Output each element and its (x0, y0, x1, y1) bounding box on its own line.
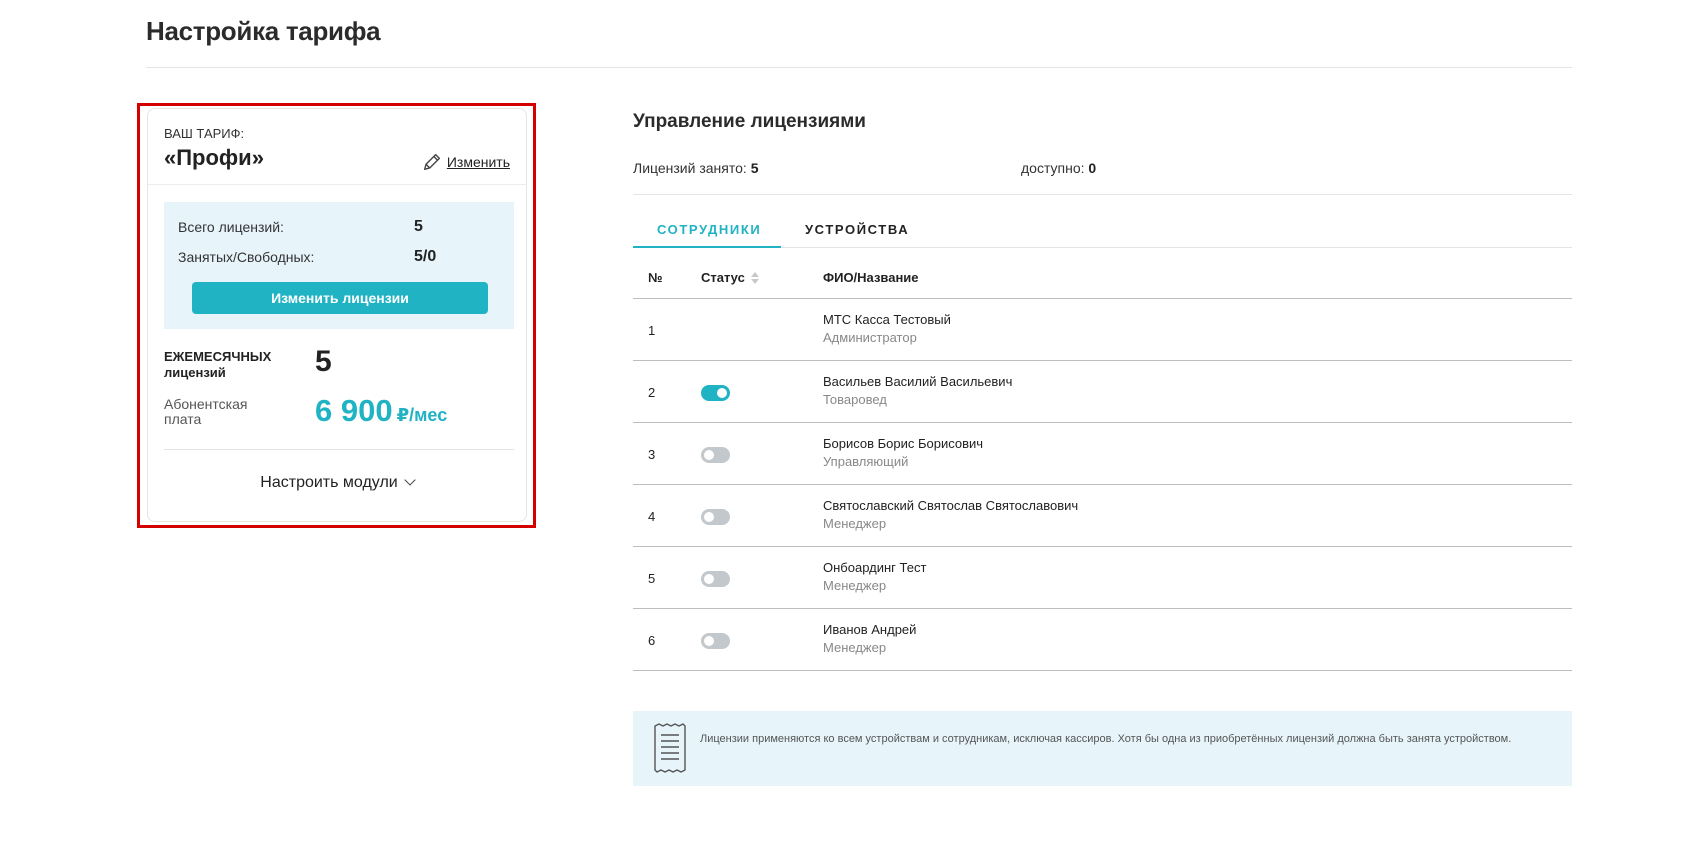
table-row: 4 Святославский Святослав Святославович … (633, 485, 1572, 547)
row-role: Администратор (823, 330, 917, 345)
row-name: Васильев Василий Васильевич (823, 374, 1013, 389)
license-toggle[interactable] (701, 447, 730, 463)
page-title: Настройка тарифа (146, 16, 381, 46)
fee-unit: ₽/мес (396, 405, 448, 425)
license-toggle[interactable] (701, 385, 730, 401)
row-num: 2 (648, 385, 656, 400)
table-row: 5 Онбоардинг Тест Менеджер (633, 547, 1572, 609)
occupied-free-label: Занятых/Свободных: (178, 249, 315, 265)
change-licenses-button[interactable]: Изменить лицензии (192, 282, 488, 314)
column-header-status-label: Статус (701, 270, 745, 285)
licenses-section-title: Управление лицензиями (633, 111, 866, 132)
card-divider-bottom (164, 449, 514, 450)
monthly-licenses-label: ЕЖЕМЕСЯЧНЫХ лицензий (164, 349, 294, 381)
monthly-licenses-value: 5 (315, 345, 332, 378)
column-header-status[interactable]: Статус (701, 270, 759, 285)
row-num: 1 (648, 323, 656, 338)
table-row: 2 Васильев Василий Васильевич Товаровед (633, 361, 1572, 423)
available-value: 0 (1088, 160, 1097, 176)
employees-table: № Статус ФИО/Название 1 МТС Касса Тестов… (633, 250, 1572, 671)
card-divider (148, 184, 526, 185)
available-label: доступно: (1021, 160, 1085, 176)
fee-label: Абонентская плата (164, 396, 248, 427)
row-role: Управляющий (823, 454, 909, 469)
table-row: 6 Иванов Андрей Менеджер (633, 609, 1572, 671)
table-row: 3 Борисов Борис Борисович Управляющий (633, 423, 1572, 485)
title-divider (146, 67, 1572, 68)
row-name: Иванов Андрей (823, 622, 917, 637)
chevron-down-icon (404, 474, 416, 486)
licenses-available: доступно: 0 (1021, 160, 1096, 176)
tariff-name: «Профи» (164, 145, 264, 170)
tab-employees[interactable]: СОТРУДНИКИ (657, 222, 761, 237)
row-role: Менеджер (823, 578, 887, 593)
occupied-free-value: 5/0 (414, 248, 437, 265)
license-toggle[interactable] (701, 633, 730, 649)
license-summary: Всего лицензий: 5 Занятых/Свободных: 5/0… (164, 202, 514, 329)
column-header-num: № (648, 270, 663, 285)
fee-amount-value: 6 900 (315, 393, 393, 428)
licenses-occupied: Лицензий занято: 5 (633, 160, 758, 176)
row-role: Товаровед (823, 392, 887, 407)
row-role: Менеджер (823, 640, 887, 655)
column-header-name: ФИО/Название (823, 270, 919, 285)
monthly-label-bottom: лицензий (164, 365, 226, 380)
sort-icon (750, 271, 759, 284)
active-tab-indicator (633, 246, 781, 248)
table-row: 1 МТС Касса Тестовый Администратор (633, 299, 1572, 361)
license-info-note: Лицензии применяются ко всем устройствам… (633, 711, 1572, 786)
row-role: Менеджер (823, 516, 887, 531)
configure-modules-toggle[interactable]: Настроить модули (148, 474, 526, 492)
pencil-icon (423, 153, 440, 171)
edit-tariff-label: Изменить (446, 154, 510, 170)
row-name: Онбоардинг Тест (823, 560, 927, 575)
fee-amount: 6 900 ₽/мес (315, 393, 447, 429)
configure-modules-label: Настроить модули (260, 474, 398, 491)
receipt-icon (654, 723, 686, 773)
license-info-text: Лицензии применяются ко всем устройствам… (700, 733, 1512, 745)
occupied-label: Лицензий занято: (633, 160, 747, 176)
monthly-label-top: ЕЖЕМЕСЯЧНЫХ (164, 349, 272, 364)
total-licenses-label: Всего лицензий: (178, 219, 284, 235)
occupied-value: 5 (750, 160, 759, 176)
license-tabs: СОТРУДНИКИ УСТРОЙСТВА (633, 212, 1572, 248)
license-toggle[interactable] (701, 571, 730, 587)
row-num: 4 (648, 509, 656, 524)
row-name: Борисов Борис Борисович (823, 436, 984, 451)
row-num: 5 (648, 571, 656, 586)
row-name: Святославский Святослав Святославович (823, 498, 1079, 513)
tab-devices[interactable]: УСТРОЙСТВА (805, 222, 909, 237)
row-num: 6 (648, 633, 656, 648)
tariff-card: ВАШ ТАРИФ: «Профи» Изменить Всего лиценз… (147, 108, 527, 522)
edit-tariff-link[interactable]: Изменить (421, 151, 510, 173)
tariff-label: ВАШ ТАРИФ: (164, 126, 245, 141)
row-name: МТС Касса Тестовый (823, 312, 951, 327)
section-divider (633, 194, 1572, 195)
total-licenses-value: 5 (414, 218, 423, 235)
table-header: № Статус ФИО/Название (633, 250, 1572, 299)
license-toggle[interactable] (701, 509, 730, 525)
row-num: 3 (648, 447, 656, 462)
